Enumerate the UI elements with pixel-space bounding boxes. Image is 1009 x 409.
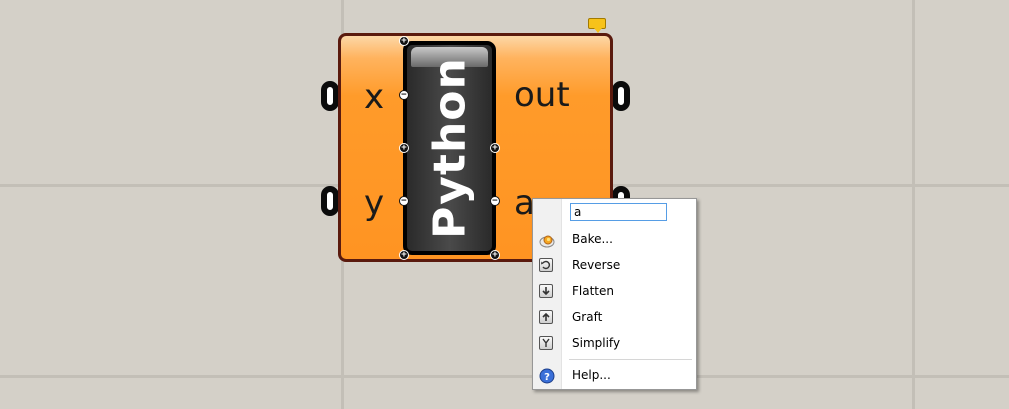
menu-item-simplify[interactable]: Simplify [533, 333, 696, 355]
menu-item-reverse[interactable]: Reverse [533, 255, 696, 277]
menu-item-graft[interactable]: Graft [533, 307, 696, 329]
menu-item-label: Flatten [572, 284, 614, 298]
menu-separator [569, 359, 692, 360]
flatten-icon [539, 284, 553, 298]
component-name-panel[interactable]: Python [403, 41, 496, 255]
parameter-context-menu: Bake... Reverse Flatten Graft Simplify ? [532, 198, 697, 390]
component-name: Python [424, 57, 475, 239]
menu-item-label: Simplify [572, 336, 621, 350]
canvas-grid-line [0, 375, 1009, 378]
input-grip-x[interactable] [321, 81, 339, 111]
parameter-name-input[interactable] [570, 203, 667, 221]
simplify-icon [539, 336, 553, 350]
menu-item-label: Bake... [572, 232, 613, 246]
canvas-grid-line [912, 0, 915, 409]
add-input-top-icon[interactable]: + [399, 36, 409, 46]
output-grip-out[interactable] [612, 81, 630, 111]
input-grip-y[interactable] [321, 186, 339, 216]
input-param-y[interactable]: y [364, 186, 384, 220]
menu-item-label: Help... [572, 368, 611, 382]
add-input-bottom-icon[interactable]: + [399, 250, 409, 260]
svg-text:?: ? [544, 372, 550, 383]
add-output-bottom-icon[interactable]: + [490, 250, 500, 260]
reverse-icon [539, 258, 553, 272]
menu-item-label: Reverse [572, 258, 621, 272]
input-param-x[interactable]: x [364, 80, 384, 114]
remove-output-a-icon[interactable]: − [490, 196, 500, 206]
message-balloon-icon[interactable] [588, 18, 606, 33]
bake-icon [539, 232, 555, 248]
menu-item-label: Graft [572, 310, 603, 324]
insert-input-icon[interactable]: + [399, 143, 409, 153]
remove-input-x-icon[interactable]: − [399, 90, 409, 100]
menu-item-help[interactable]: ? Help... [533, 365, 696, 387]
insert-output-icon[interactable]: + [490, 143, 500, 153]
output-param-out[interactable]: out [514, 78, 570, 112]
menu-item-bake[interactable]: Bake... [533, 229, 696, 251]
remove-input-y-icon[interactable]: − [399, 196, 409, 206]
menu-item-flatten[interactable]: Flatten [533, 281, 696, 303]
help-icon: ? [539, 368, 555, 384]
graft-icon [539, 310, 553, 324]
